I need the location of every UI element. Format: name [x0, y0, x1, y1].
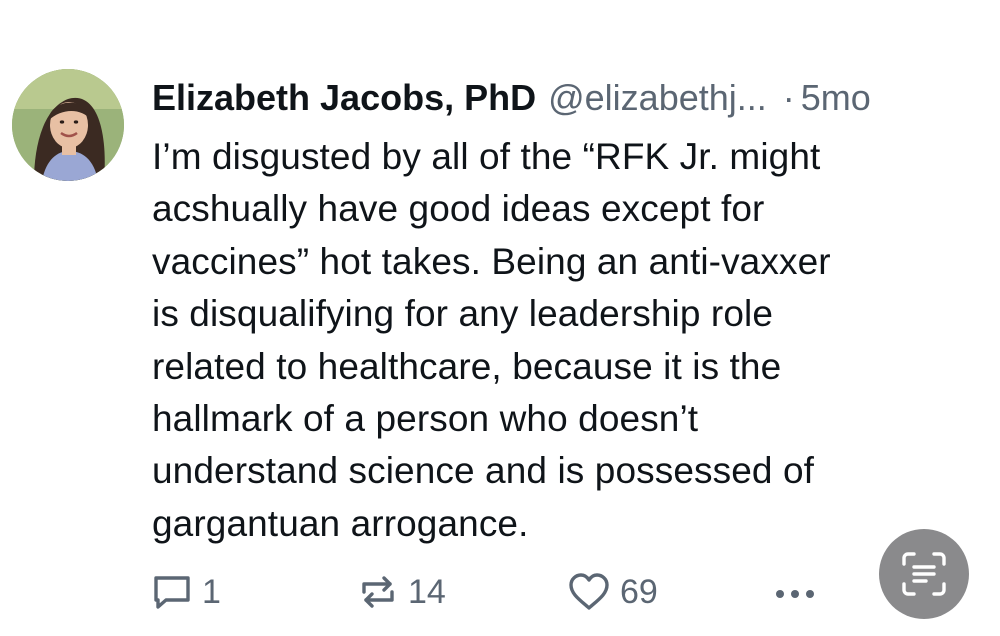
heart-icon: [569, 573, 609, 610]
like-button[interactable]: 69: [566, 566, 658, 618]
reply-button[interactable]: 1: [150, 566, 221, 618]
header-separator: ·: [782, 77, 795, 118]
more-icon: [776, 590, 814, 598]
post-header: Elizabeth Jacobs, PhD @elizabethj... · 5…: [152, 74, 871, 122]
post-text-line: gargantuan arrogance.: [152, 502, 529, 544]
post-text-line: acshually have good ideas except for: [152, 188, 765, 230]
post-text-line: is disqualifying for any leadership role: [152, 293, 774, 335]
more-options-button[interactable]: [772, 566, 818, 618]
post-text-line: I’m disgusted by all of the “RFK Jr. mig…: [152, 136, 821, 177]
reply-count: 1: [202, 572, 221, 611]
live-text-button[interactable]: [879, 529, 969, 619]
author-avatar[interactable]: [12, 69, 124, 181]
post-text-line: vaccines” hot takes. Being an anti-vaxxe…: [152, 240, 831, 282]
repost-button[interactable]: 14: [356, 566, 446, 618]
repost-icon: [362, 576, 394, 608]
post-timestamp[interactable]: 5mo: [801, 74, 871, 122]
author-display-name[interactable]: Elizabeth Jacobs, PhD: [152, 74, 536, 122]
avatar-photo: [12, 69, 124, 181]
post-text-line: related to healthcare, because it is the: [152, 345, 782, 387]
reply-icon: [154, 576, 190, 609]
author-handle[interactable]: @elizabethj...: [548, 74, 767, 122]
post-text-line: hallmark of a person who doesn’t: [152, 398, 699, 440]
post-text-line: understand science and is possessed of: [152, 450, 814, 492]
post-card: Elizabeth Jacobs, PhD @elizabethj... · 5…: [0, 0, 1000, 636]
like-count: 69: [620, 572, 658, 611]
repost-count: 14: [408, 572, 446, 611]
post-action-bar: 1 14 69: [150, 566, 850, 618]
post-body: I’m disgusted by all of the “RFK Jr. mig…: [152, 131, 942, 550]
text-scan-icon: [902, 552, 946, 596]
